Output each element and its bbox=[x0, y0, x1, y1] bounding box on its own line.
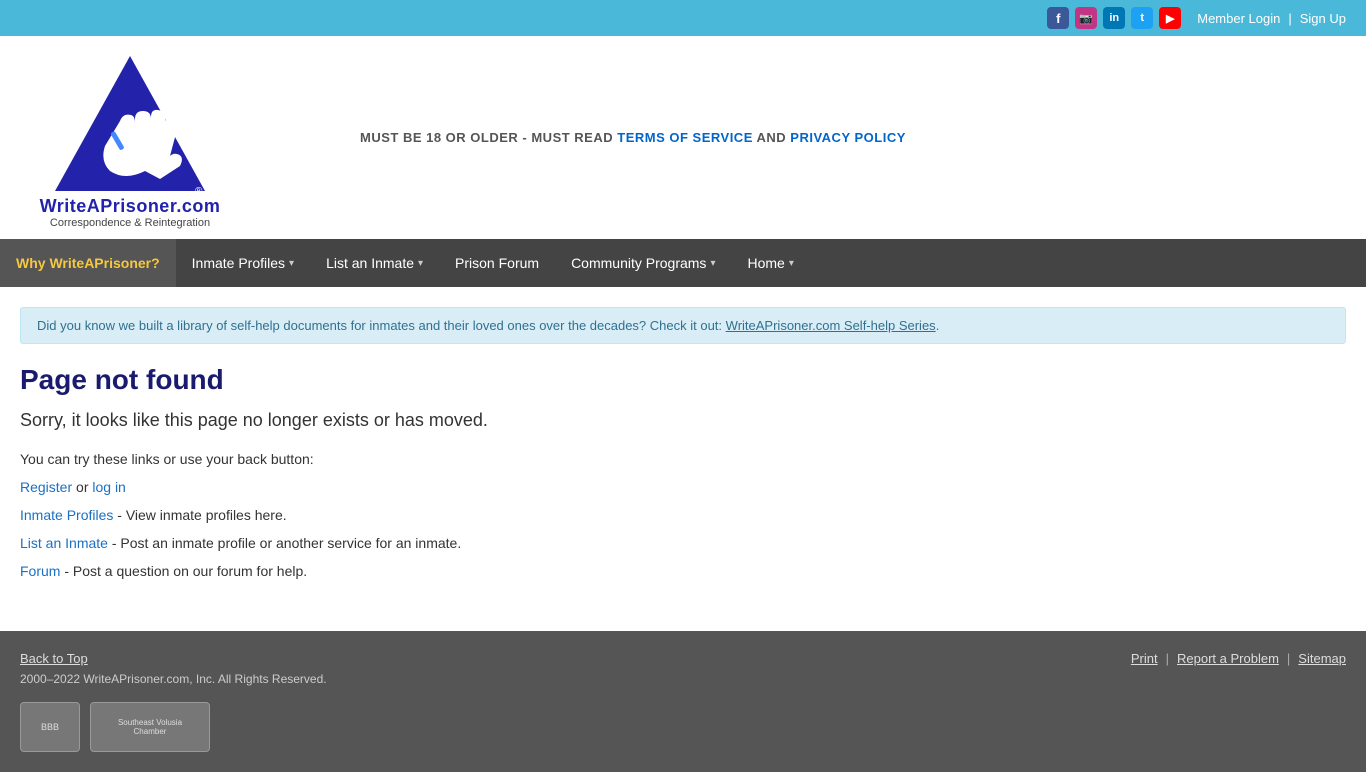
page-not-found-title: Page not found bbox=[20, 364, 1346, 396]
report-problem-link[interactable]: Report a Problem bbox=[1177, 651, 1279, 666]
member-login-link[interactable]: Member Login bbox=[1197, 11, 1280, 26]
linkedin-icon[interactable]: in bbox=[1103, 7, 1125, 29]
or-text: or bbox=[76, 479, 92, 495]
forum-link[interactable]: Forum bbox=[20, 563, 60, 579]
nav-community-programs-label: Community Programs bbox=[571, 255, 706, 271]
sorry-text: Sorry, it looks like this page no longer… bbox=[20, 410, 1346, 431]
print-link[interactable]: Print bbox=[1131, 651, 1158, 666]
footer: Back to Top 2000–2022 WriteAPrisoner.com… bbox=[0, 631, 1366, 772]
footer-top: Back to Top 2000–2022 WriteAPrisoner.com… bbox=[20, 651, 1346, 686]
pp-link[interactable]: PRIVACY POLICY bbox=[790, 130, 906, 145]
nav-item-prison-forum[interactable]: Prison Forum bbox=[439, 239, 555, 287]
main-content: Page not found Sorry, it looks like this… bbox=[0, 344, 1366, 631]
sitemap-link[interactable]: Sitemap bbox=[1298, 651, 1346, 666]
nav-home-label: Home bbox=[747, 255, 784, 271]
tagline-prefix: MUST BE 18 OR OLDER - MUST READ bbox=[360, 130, 617, 145]
footer-sep1: | bbox=[1166, 651, 1169, 666]
svg-text:®: ® bbox=[195, 186, 203, 196]
logo-area: ® WriteAPrisoner.com Correspondence & Re… bbox=[20, 46, 240, 229]
footer-sep2: | bbox=[1287, 651, 1290, 666]
back-to-top-link[interactable]: Back to Top bbox=[20, 651, 327, 666]
footer-right: Print | Report a Problem | Sitemap bbox=[1131, 651, 1346, 666]
tos-link[interactable]: TERMS OF SERVICE bbox=[617, 130, 753, 145]
list-an-inmate-link[interactable]: List an Inmate bbox=[20, 535, 108, 551]
info-banner: Did you know we built a library of self-… bbox=[20, 307, 1346, 344]
chevron-down-icon: ▾ bbox=[710, 258, 715, 269]
social-icons: f 📷 in t ▶ bbox=[1047, 7, 1181, 29]
link-row-forum: Forum - Post a question on our forum for… bbox=[20, 563, 1346, 579]
register-link[interactable]: Register bbox=[20, 479, 72, 495]
auth-separator: | bbox=[1288, 11, 1291, 26]
forum-desc: - Post a question on our forum for help. bbox=[64, 563, 307, 579]
nav: Why WriteAPrisoner? Inmate Profiles ▾ Li… bbox=[0, 239, 1366, 287]
auth-links: Member Login | Sign Up bbox=[1197, 11, 1346, 26]
link-row-inmate-profiles: Inmate Profiles - View inmate profiles h… bbox=[20, 507, 1346, 523]
nav-item-list-inmate[interactable]: List an Inmate ▾ bbox=[310, 239, 439, 287]
footer-left: Back to Top 2000–2022 WriteAPrisoner.com… bbox=[20, 651, 327, 686]
nav-item-why[interactable]: Why WriteAPrisoner? bbox=[0, 239, 176, 287]
link-row-list-inmate: List an Inmate - Post an inmate profile … bbox=[20, 535, 1346, 551]
nav-item-inmate-profiles[interactable]: Inmate Profiles ▾ bbox=[176, 239, 310, 287]
nav-item-home[interactable]: Home ▾ bbox=[731, 239, 809, 287]
nav-why-label: Why WriteAPrisoner? bbox=[16, 255, 160, 271]
chevron-down-icon: ▾ bbox=[289, 258, 294, 269]
header-tagline: MUST BE 18 OR OLDER - MUST READ TERMS OF… bbox=[360, 130, 906, 145]
try-links-text: You can try these links or use your back… bbox=[20, 451, 1346, 467]
login-link[interactable]: log in bbox=[92, 479, 125, 495]
info-banner-text: Did you know we built a library of self-… bbox=[37, 318, 722, 333]
logo-text[interactable]: WriteAPrisoner.com bbox=[40, 196, 221, 217]
youtube-icon[interactable]: ▶ bbox=[1159, 7, 1181, 29]
nav-prison-forum-label: Prison Forum bbox=[455, 255, 539, 271]
bbb-badge: BBB bbox=[20, 702, 80, 752]
footer-badges: BBB Southeast VolusiaChamber bbox=[20, 702, 1346, 752]
inmate-profiles-desc: - View inmate profiles here. bbox=[117, 507, 286, 523]
instagram-icon[interactable]: 📷 bbox=[1075, 7, 1097, 29]
twitter-icon[interactable]: t bbox=[1131, 7, 1153, 29]
logo-image: ® bbox=[50, 46, 210, 196]
header: ® WriteAPrisoner.com Correspondence & Re… bbox=[0, 36, 1366, 239]
chamber-badge: Southeast VolusiaChamber bbox=[90, 702, 210, 752]
inmate-profiles-link[interactable]: Inmate Profiles bbox=[20, 507, 113, 523]
and-text: AND bbox=[757, 130, 791, 145]
chevron-down-icon: ▾ bbox=[418, 258, 423, 269]
facebook-icon[interactable]: f bbox=[1047, 7, 1069, 29]
chevron-down-icon: ▾ bbox=[789, 258, 794, 269]
logo-subtext: Correspondence & Reintegration bbox=[50, 217, 210, 229]
self-help-series-link[interactable]: WriteAPrisoner.com Self-help Series bbox=[726, 318, 936, 333]
list-inmate-desc: - Post an inmate profile or another serv… bbox=[112, 535, 461, 551]
link-row-register: Register or log in bbox=[20, 479, 1346, 495]
nav-inmate-profiles-label: Inmate Profiles bbox=[192, 255, 285, 271]
nav-list-inmate-label: List an Inmate bbox=[326, 255, 414, 271]
footer-copyright: 2000–2022 WriteAPrisoner.com, Inc. All R… bbox=[20, 672, 327, 686]
sign-up-link[interactable]: Sign Up bbox=[1300, 11, 1346, 26]
top-bar: f 📷 in t ▶ Member Login | Sign Up bbox=[0, 0, 1366, 36]
nav-item-community-programs[interactable]: Community Programs ▾ bbox=[555, 239, 731, 287]
